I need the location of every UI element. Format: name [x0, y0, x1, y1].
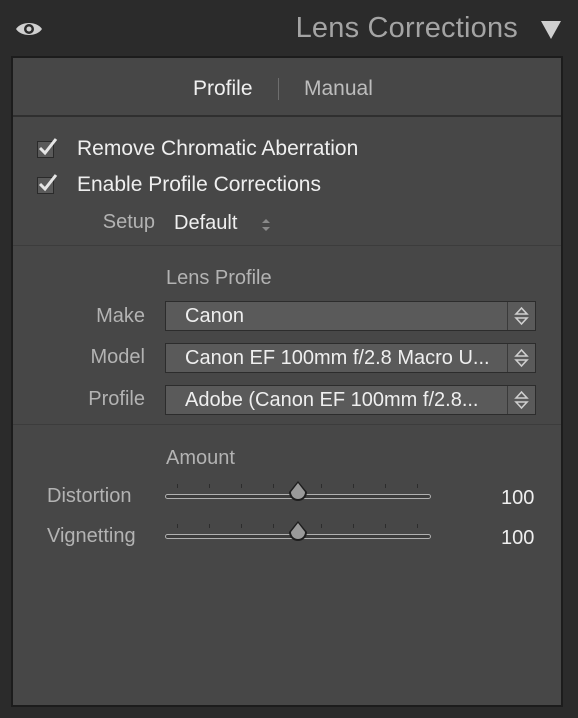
- select-arrows: [507, 344, 535, 372]
- select-arrows: [507, 386, 535, 414]
- vignetting-slider[interactable]: [165, 514, 431, 544]
- profile-label: Profile: [88, 388, 145, 410]
- setup-value: Default: [174, 212, 238, 234]
- tab-manual[interactable]: Manual: [304, 77, 373, 101]
- section-divider: [13, 424, 561, 425]
- triangle-down-icon[interactable]: [540, 20, 562, 40]
- slider-tick: [273, 524, 274, 528]
- slider-tick: [241, 484, 242, 488]
- slider-tick: [209, 524, 210, 528]
- slider-tick: [241, 524, 242, 528]
- tab-bar: Profile Manual: [13, 58, 561, 117]
- checkmark-icon: [38, 173, 58, 191]
- slider-tick: [273, 484, 274, 488]
- slider-tick: [385, 484, 386, 488]
- profile-select[interactable]: Adobe (Canon EF 100mm f/2.8...: [165, 385, 536, 415]
- checkbox-box[interactable]: [37, 173, 58, 194]
- distortion-label: Distortion: [47, 485, 132, 507]
- panel-header[interactable]: Lens Corrections: [0, 0, 578, 56]
- make-label: Make: [96, 305, 145, 327]
- slider-tick: [177, 524, 178, 528]
- setup-label: Setup: [102, 211, 155, 233]
- up-down-arrows-icon: [514, 390, 529, 410]
- up-down-arrows-icon: [514, 306, 529, 326]
- checkbox-box[interactable]: [37, 137, 58, 158]
- distortion-value[interactable]: 100: [501, 487, 534, 510]
- up-down-arrows-icon: [262, 219, 270, 231]
- slider-tick: [321, 484, 322, 488]
- distortion-slider[interactable]: [165, 474, 431, 504]
- profile-value: Adobe (Canon EF 100mm f/2.8...: [185, 389, 479, 411]
- slider-thumb[interactable]: [287, 480, 309, 502]
- slider-tick: [321, 524, 322, 528]
- checkmark-icon: [38, 137, 58, 155]
- lens-corrections-panel: Profile Manual Remove Chromatic Aberrati…: [11, 56, 563, 707]
- checkbox-label: Enable Profile Corrections: [77, 173, 321, 196]
- model-label: Model: [90, 346, 145, 368]
- make-select[interactable]: Canon: [165, 301, 536, 331]
- checkbox-label: Remove Chromatic Aberration: [77, 137, 359, 160]
- remove-chromatic-aberration-checkbox[interactable]: Remove Chromatic Aberration: [37, 136, 358, 162]
- amount-heading: Amount: [166, 447, 235, 469]
- setup-dropdown[interactable]: Default: [174, 210, 284, 238]
- slider-tick: [353, 484, 354, 488]
- section-divider: [13, 245, 561, 246]
- slider-tick: [353, 524, 354, 528]
- enable-profile-corrections-checkbox[interactable]: Enable Profile Corrections: [37, 172, 321, 198]
- slider-tick: [385, 524, 386, 528]
- vignetting-value[interactable]: 100: [501, 527, 534, 550]
- slider-thumb[interactable]: [287, 520, 309, 542]
- vignetting-label: Vignetting: [47, 525, 136, 547]
- lens-profile-heading: Lens Profile: [166, 267, 272, 289]
- up-down-arrows-icon: [514, 348, 529, 368]
- panel-title: Lens Corrections: [295, 12, 518, 44]
- slider-tick: [417, 484, 418, 488]
- select-arrows: [507, 302, 535, 330]
- model-select[interactable]: Canon EF 100mm f/2.8 Macro U...: [165, 343, 536, 373]
- slider-tick: [177, 484, 178, 488]
- tab-profile[interactable]: Profile: [193, 77, 253, 101]
- eye-icon[interactable]: [14, 18, 44, 40]
- slider-tick: [209, 484, 210, 488]
- make-value: Canon: [185, 305, 244, 327]
- tab-divider: [278, 78, 279, 100]
- slider-tick: [417, 524, 418, 528]
- model-value: Canon EF 100mm f/2.8 Macro U...: [185, 347, 490, 369]
